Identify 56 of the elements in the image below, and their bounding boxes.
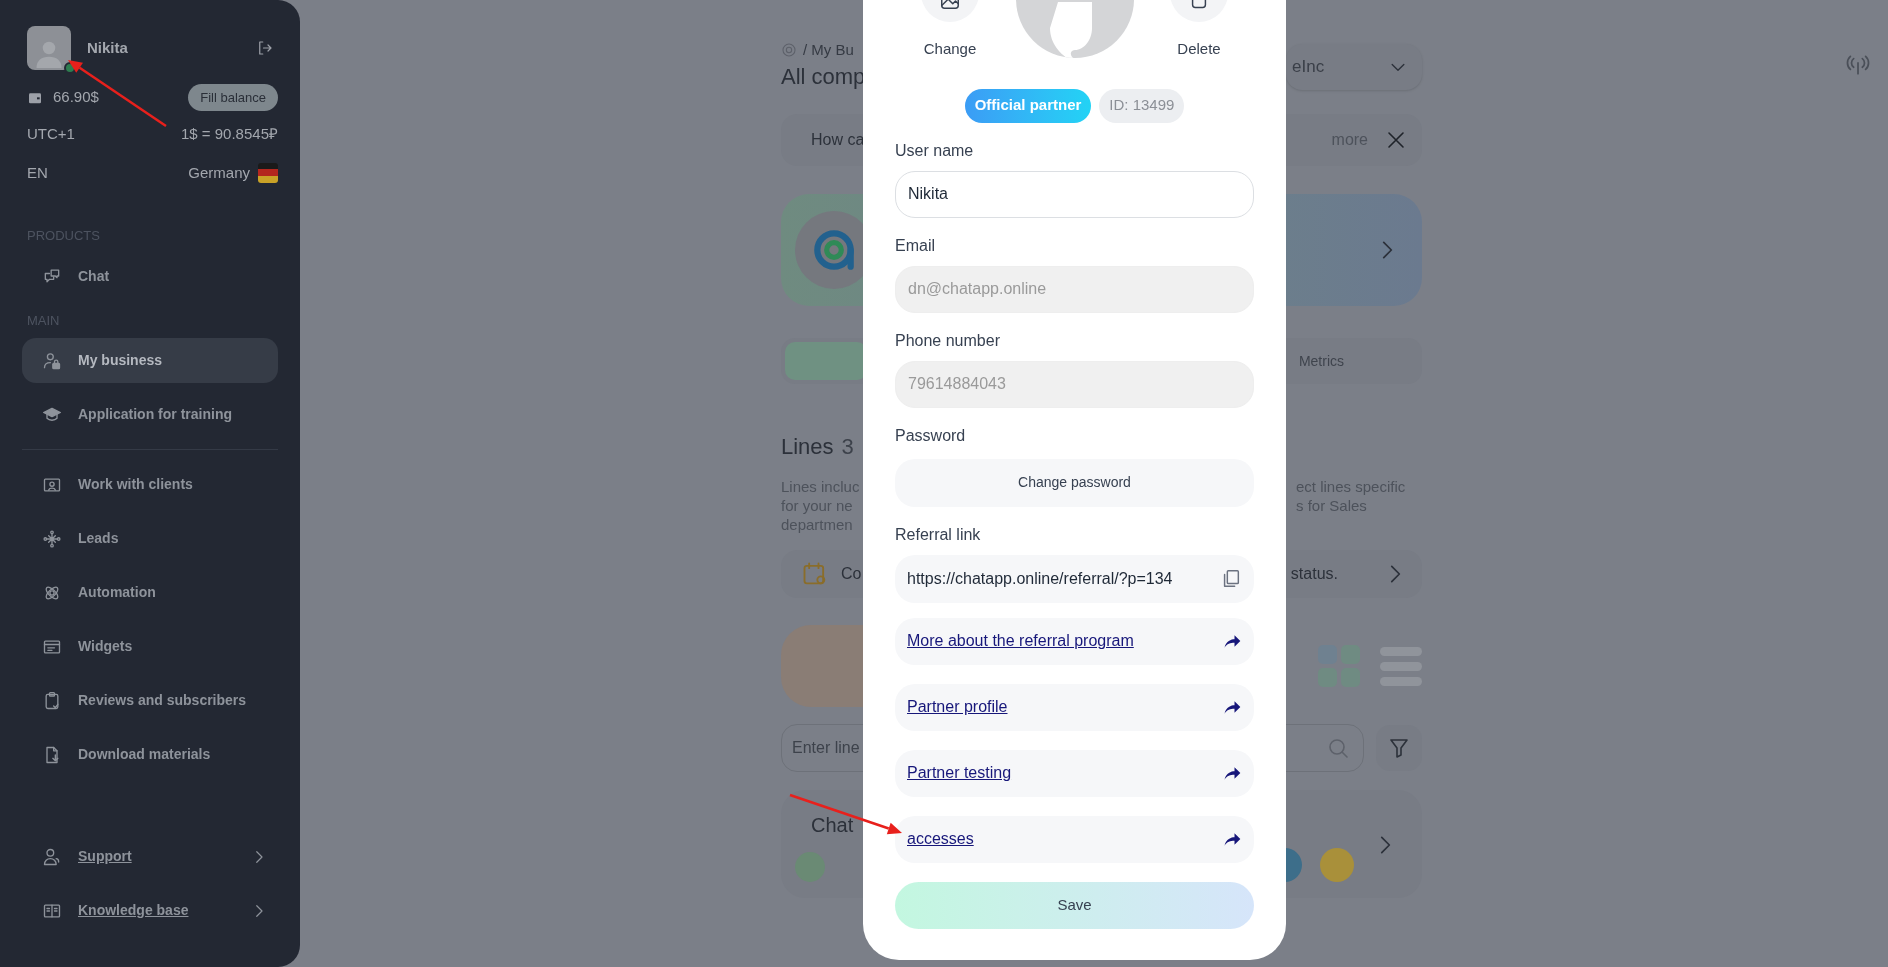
- support-person-icon: [42, 846, 62, 867]
- id-badge: ID: 13499: [1099, 88, 1185, 123]
- field-label: User name: [895, 140, 975, 161]
- field-label: Phone number: [895, 330, 1001, 351]
- input-field[interactable]: Nikita: [895, 170, 1254, 218]
- tab[interactable]: Metrics: [1286, 342, 1418, 380]
- nav-item[interactable]: My business: [22, 338, 278, 383]
- logo-icon: [781, 42, 797, 58]
- link-row[interactable]: accesses: [895, 815, 1254, 863]
- user-lock-icon: [42, 350, 62, 371]
- link[interactable]: Partner testing: [907, 761, 1012, 785]
- fill-balance-button[interactable]: Fill balance: [188, 84, 278, 111]
- exchange-rate: 1$ = 90.8545₽: [181, 124, 278, 144]
- change-password-button[interactable]: Change password: [895, 458, 1254, 507]
- action-label: Change: [923, 39, 977, 59]
- filter-icon: [1387, 736, 1411, 760]
- field-label: Password: [895, 425, 967, 446]
- section-title: Lines: [781, 433, 834, 461]
- nav-item[interactable]: Leads: [22, 516, 278, 561]
- link-row[interactable]: Partner testing: [895, 749, 1254, 797]
- link[interactable]: More about the referral program: [907, 629, 1134, 653]
- nav-item[interactable]: Chat: [22, 253, 278, 299]
- logout-icon[interactable]: [256, 39, 274, 57]
- balance-amount: 66.90$: [53, 87, 99, 108]
- referral-link-field[interactable]: https://chatapp.online/referral/?p=134: [895, 554, 1254, 603]
- nav-item[interactable]: Reviews and subscribers: [22, 678, 278, 723]
- link[interactable]: Partner profile: [907, 695, 1008, 719]
- flag-icon: [258, 162, 278, 183]
- search-icon: [1326, 736, 1350, 760]
- network-icon: [42, 528, 62, 549]
- partner-badge: Official partner: [964, 88, 1092, 123]
- link[interactable]: accesses: [907, 827, 974, 851]
- nav-item[interactable]: Download materials: [22, 732, 278, 777]
- action-label: Delete: [1177, 39, 1221, 59]
- line-count: 3: [841, 433, 854, 461]
- link-row[interactable]: Partner profile: [895, 683, 1254, 731]
- field-label: Referral link: [895, 524, 982, 545]
- nav-item[interactable]: Application for training: [22, 392, 278, 437]
- footer-link[interactable]: Support: [78, 846, 132, 867]
- nav-item[interactable]: Work with clients: [22, 462, 278, 507]
- user-name: Nikita: [87, 37, 128, 58]
- field-label: Email: [895, 235, 936, 256]
- nav-item[interactable]: Widgets: [22, 624, 278, 669]
- save-button[interactable]: Save: [895, 881, 1254, 929]
- nav-item[interactable]: Automation: [22, 570, 278, 615]
- company-select[interactable]: eInc: [1286, 44, 1422, 90]
- app-logo-icon: [1320, 848, 1354, 882]
- country-label: Germany: [188, 162, 250, 183]
- notice-text: How ca: [811, 130, 865, 150]
- language-label: EN: [27, 162, 48, 183]
- timezone-label: UTC+1: [27, 124, 75, 144]
- line-card-title: Chat: [811, 813, 854, 838]
- page-title: All comp: [781, 63, 866, 91]
- footer-link[interactable]: Knowledge base: [78, 900, 189, 921]
- link-row[interactable]: More about the referral program: [895, 617, 1254, 665]
- breadcrumb[interactable]: / My Bu: [803, 38, 854, 62]
